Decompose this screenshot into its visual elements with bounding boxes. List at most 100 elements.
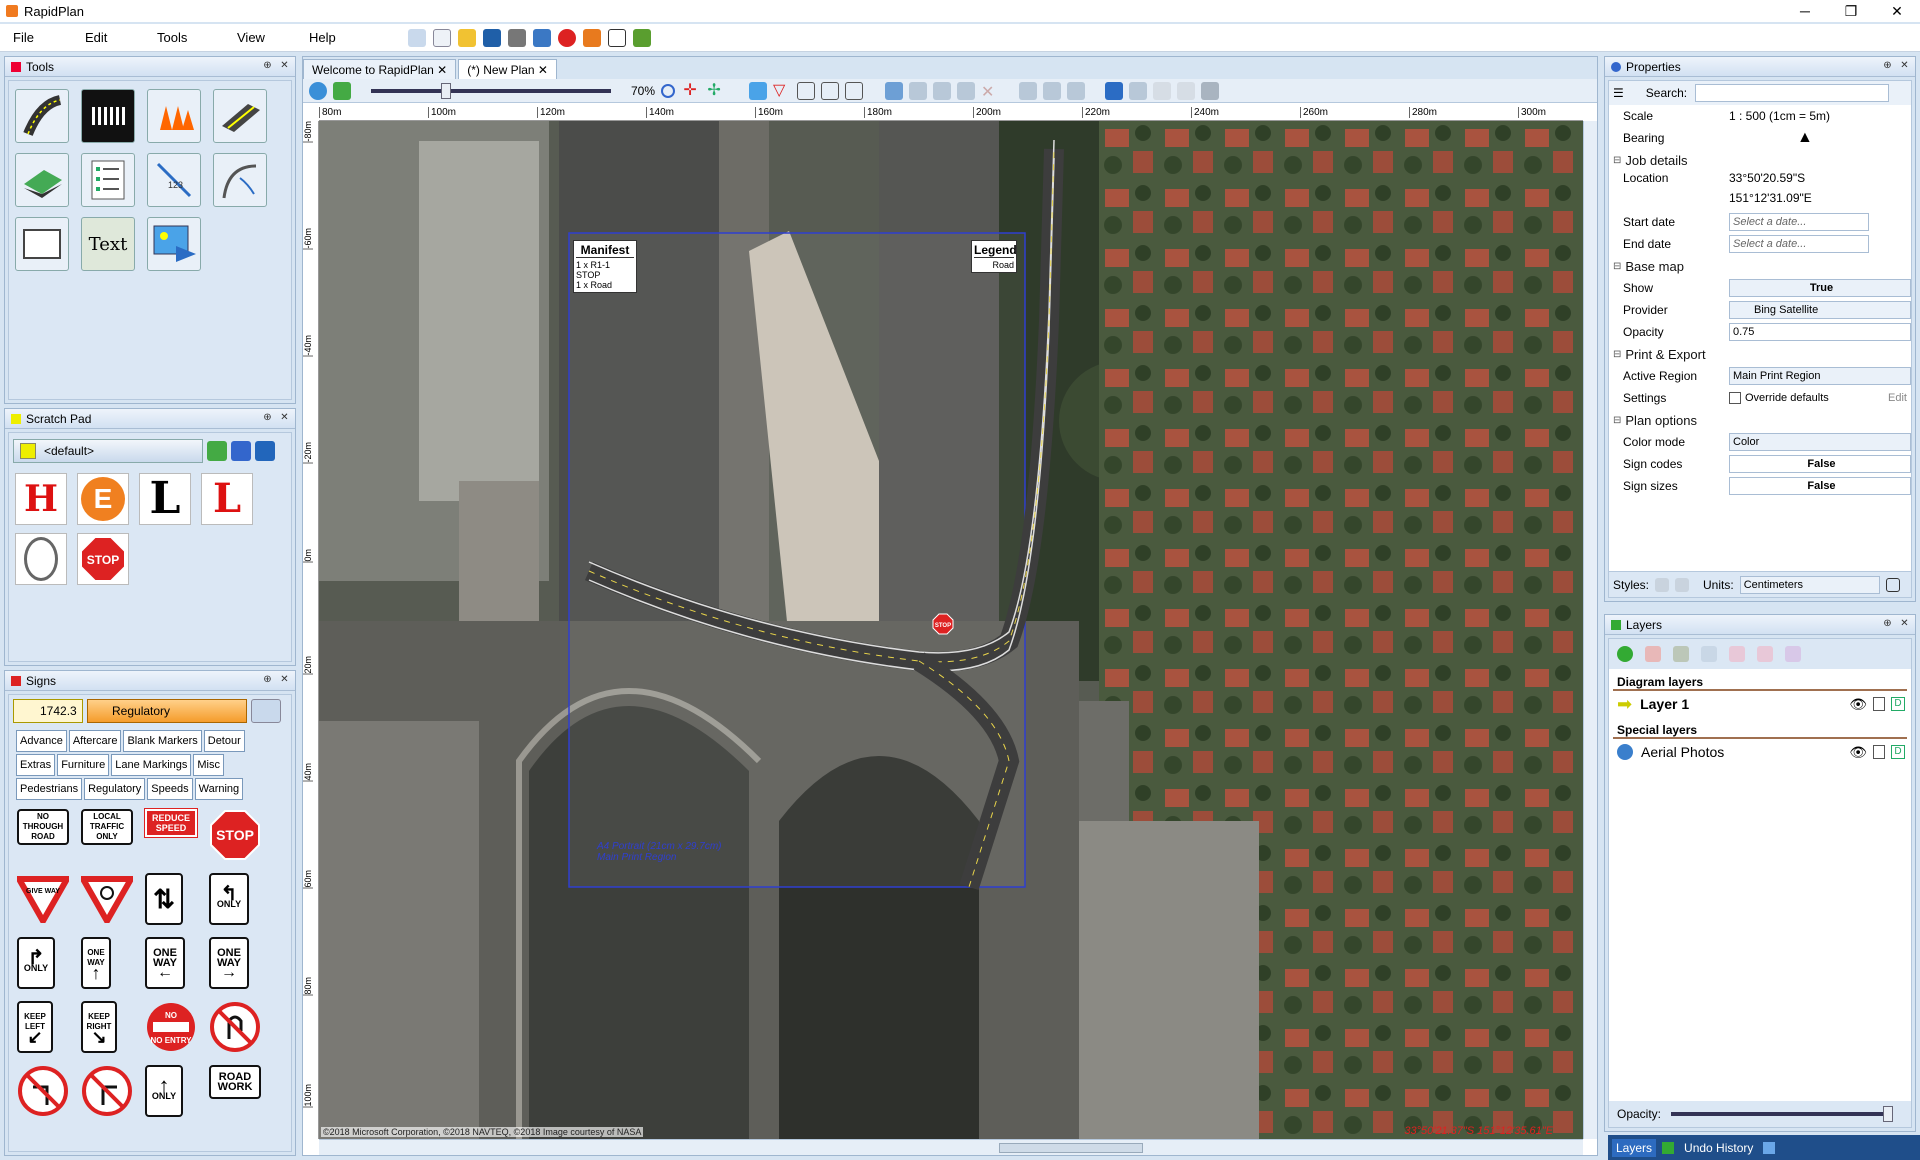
cat-aftercare[interactable]: Aftercare: [68, 730, 122, 752]
sign-sizes-toggle[interactable]: False: [1729, 477, 1911, 495]
override-checkbox[interactable]: [1729, 392, 1741, 404]
pin-icon[interactable]: ⊕: [261, 411, 274, 424]
cat-speeds[interactable]: Speeds: [147, 778, 193, 800]
cat-warning[interactable]: Warning: [194, 778, 244, 800]
plan-options-section[interactable]: Plan options: [1609, 409, 1911, 431]
start-date-input[interactable]: Select a date...: [1729, 213, 1869, 231]
check-icon[interactable]: [608, 28, 626, 47]
sign-no-entry[interactable]: NO NO ENTRY: [145, 1001, 197, 1053]
close-panel-icon[interactable]: ✕: [1898, 617, 1911, 630]
provider-select[interactable]: Bing Satellite: [1729, 301, 1911, 319]
menu-file[interactable]: File: [0, 30, 72, 45]
scale-value[interactable]: 1 : 500 (1cm = 5m): [1723, 109, 1911, 123]
crossing-tool[interactable]: [81, 89, 135, 143]
lane-tool[interactable]: [213, 89, 267, 143]
north-arrow-icon[interactable]: ▲: [1723, 129, 1911, 147]
redo-icon[interactable]: [1129, 81, 1148, 100]
sign-stop[interactable]: STOP: [209, 809, 261, 861]
print-icon[interactable]: [508, 28, 526, 47]
manifest-box[interactable]: Manifest 1 x R1-1 STOP 1 x Road: [573, 240, 637, 293]
minimize-icon[interactable]: ─: [1782, 0, 1828, 22]
pin-icon[interactable]: ⊕: [1881, 59, 1894, 72]
rectangle-tool[interactable]: [15, 217, 69, 271]
sign-roundabout[interactable]: [81, 873, 133, 925]
sign-road-work[interactable]: ROAD WORK: [209, 1065, 261, 1099]
image-icon[interactable]: [749, 81, 768, 100]
north-icon[interactable]: ✢: [705, 82, 723, 100]
tab-layers[interactable]: Layers: [1612, 1138, 1657, 1157]
sign-keep-right[interactable]: KEEP RIGHT ↘: [81, 1001, 117, 1053]
scratch-item-h[interactable]: H: [15, 473, 67, 525]
print-region-frame[interactable]: [568, 232, 1026, 888]
filter-icon[interactable]: ▽: [773, 82, 791, 100]
curve-tool[interactable]: [213, 153, 267, 207]
cat-detour[interactable]: Detour: [203, 730, 245, 752]
print-export-section[interactable]: Print & Export: [1609, 343, 1911, 365]
sign-one-way-right[interactable]: ONE WAY →: [209, 937, 249, 989]
copy-icon[interactable]: [1153, 81, 1172, 100]
tab-new-plan[interactable]: (*) New Plan ✕: [458, 59, 557, 79]
map-stop-sign[interactable]: STOP: [932, 613, 954, 635]
maximize-icon[interactable]: ❐: [1828, 0, 1874, 22]
cat-lane-markings[interactable]: Lane Markings: [111, 754, 192, 776]
cat-blank-markers[interactable]: Blank Markers: [123, 730, 202, 752]
layer-opacity-slider[interactable]: [1671, 1106, 1894, 1122]
map-settings-icon[interactable]: [333, 81, 351, 100]
sign-turn-left-only[interactable]: ↰ ONLY: [209, 873, 249, 925]
cancel-icon[interactable]: [558, 28, 576, 47]
cones-tool[interactable]: [147, 89, 201, 143]
profile-selector[interactable]: <default>: [13, 439, 203, 463]
aerial-map[interactable]: STOP Manifest 1 x R1-1 STOP 1 x Road Leg…: [319, 121, 1583, 1139]
pin-icon[interactable]: ⊕: [261, 59, 274, 72]
location-value[interactable]: 33°50'20.59"S 151°12'31.09"E: [1723, 171, 1911, 205]
crosshair-icon[interactable]: ✛: [681, 82, 699, 100]
list-tool[interactable]: [81, 153, 135, 207]
close-icon[interactable]: ✕: [1874, 0, 1920, 22]
end-date-input[interactable]: Select a date...: [1729, 235, 1869, 253]
cat-extras[interactable]: Extras: [16, 754, 56, 776]
job-details-section[interactable]: Job details: [1609, 149, 1911, 171]
horizontal-scrollbar[interactable]: [319, 1139, 1583, 1155]
sign-code-box[interactable]: 1742.3: [13, 699, 83, 723]
pin-icon[interactable]: ⊕: [1881, 617, 1894, 630]
horizontal-scroll-thumb[interactable]: [999, 1143, 1143, 1153]
cat-advance[interactable]: Advance: [16, 730, 67, 752]
tab-undo-history[interactable]: Undo History: [1680, 1139, 1757, 1157]
cat-regulatory[interactable]: Regulatory: [84, 778, 146, 800]
zoom-icon[interactable]: [661, 83, 676, 98]
layer-opacity-thumb[interactable]: [1883, 1106, 1894, 1122]
show-toggle[interactable]: True: [1729, 279, 1911, 297]
sign-ahead-only[interactable]: ↑ ONLY: [145, 1065, 183, 1117]
binoculars-icon[interactable]: [251, 699, 281, 723]
tab-welcome[interactable]: Welcome to RapidPlan ✕: [303, 59, 457, 79]
measure-tool[interactable]: 123: [147, 153, 201, 207]
sign-keep-left[interactable]: KEEP LEFT ↙: [17, 1001, 53, 1053]
merge-icon[interactable]: [1757, 646, 1773, 662]
undo-icon[interactable]: [1105, 81, 1124, 100]
sign-reduce-speed[interactable]: REDUCE SPEED: [144, 808, 198, 838]
visibility-eye-icon[interactable]: 👁: [1849, 744, 1867, 761]
base-map-section[interactable]: Base map: [1609, 255, 1911, 277]
table-icon[interactable]: [821, 81, 840, 100]
sign-two-way[interactable]: ⇅: [145, 873, 183, 925]
rotate-icon[interactable]: [957, 81, 976, 100]
back-arrow-icon[interactable]: [207, 441, 227, 461]
tools-icon[interactable]: [583, 28, 601, 47]
sign-no-through-road[interactable]: NO THROUGH ROAD: [17, 809, 69, 845]
move-up-icon[interactable]: [1701, 646, 1717, 662]
cut-icon[interactable]: [1177, 81, 1196, 100]
units-select[interactable]: Centimeters: [1739, 575, 1880, 594]
active-region-select[interactable]: Main Print Region: [1729, 367, 1911, 385]
close-panel-icon[interactable]: ✕: [278, 411, 291, 424]
layer-settings-icon[interactable]: [1673, 646, 1689, 662]
sign-no-u-turn[interactable]: [209, 1001, 261, 1053]
close-panel-icon[interactable]: ✕: [278, 59, 291, 72]
duplicate-icon[interactable]: [1785, 646, 1801, 662]
scratch-item-l-black[interactable]: L: [139, 473, 191, 525]
cat-pedestrians[interactable]: Pedestrians: [16, 778, 83, 800]
new-icon[interactable]: [433, 28, 451, 47]
save-icon[interactable]: [483, 28, 501, 47]
properties-search-input[interactable]: [1695, 84, 1890, 102]
forward-arrow-icon[interactable]: [231, 441, 251, 461]
flip-h-icon[interactable]: [1019, 81, 1038, 100]
